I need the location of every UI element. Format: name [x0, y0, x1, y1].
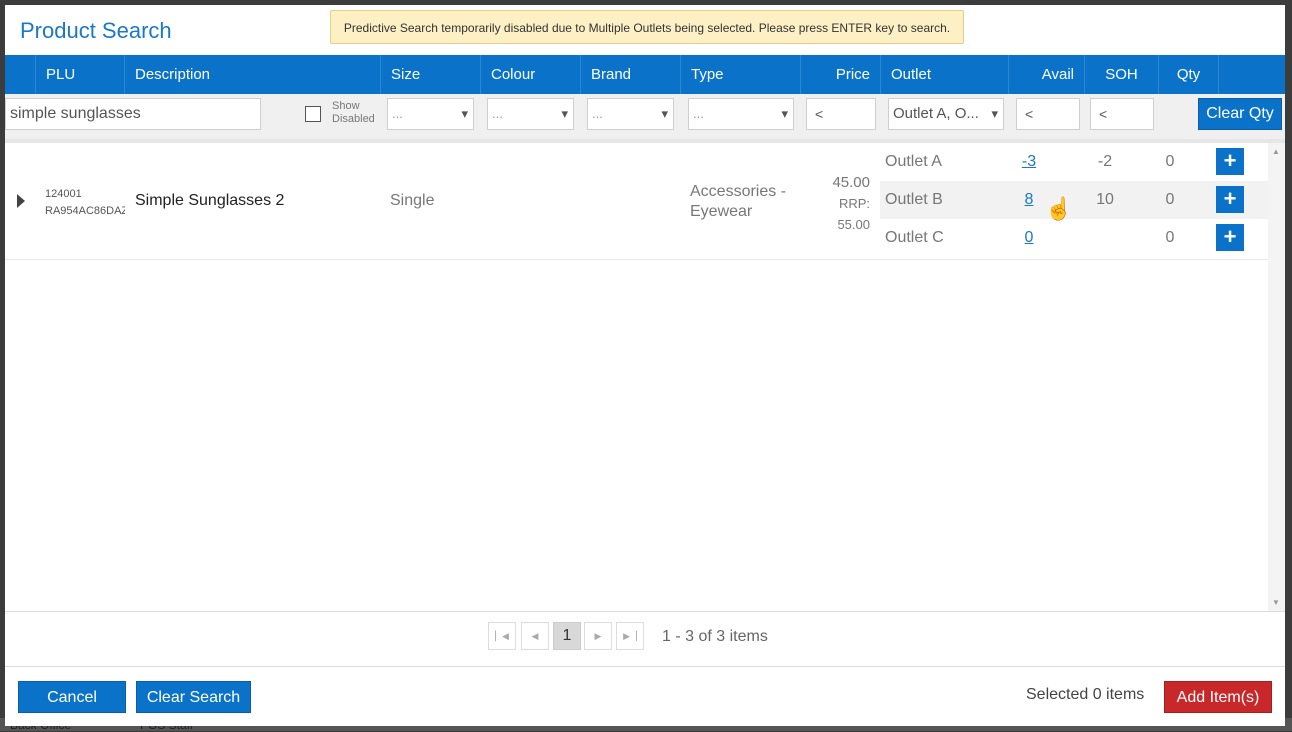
brand-filter-select[interactable]: ...	[587, 98, 674, 130]
product-plu-code: 124001	[45, 188, 82, 200]
pager-info: 1 - 3 of 3 items	[662, 628, 768, 645]
outlet-row-b: Outlet B 8 10 0 +	[880, 181, 1268, 219]
product-type: Accessories - Eyewear	[690, 182, 786, 222]
product-search-dialog: Product Search Predictive Search tempora…	[5, 5, 1285, 726]
clear-search-button[interactable]: Clear Search	[136, 681, 251, 713]
column-header-qty[interactable]: Qty	[1158, 55, 1218, 94]
soh-filter-input[interactable]: <	[1090, 98, 1154, 130]
row-divider	[5, 259, 1268, 260]
avail-link[interactable]: 0	[1010, 229, 1048, 247]
clear-qty-button[interactable]: Clear Qty	[1198, 98, 1282, 130]
column-header-colour[interactable]: Colour	[480, 55, 580, 94]
column-header-plu[interactable]: PLU	[35, 55, 124, 94]
avail-link[interactable]: 8	[1010, 191, 1048, 209]
pager: ▏◀ ◀ 1 ▶ ▶▕ 1 - 3 of 3 items	[5, 611, 1285, 666]
column-header-description[interactable]: Description	[124, 55, 380, 94]
colour-filter-select[interactable]: ...	[487, 98, 574, 130]
results-grid: 124001 RA954AC86DAZ Simple Sunglasses 2 …	[5, 139, 1285, 611]
show-disabled-label: Show Disabled	[332, 100, 375, 126]
outlet-name: Outlet C	[885, 229, 944, 246]
column-header-price[interactable]: Price	[800, 55, 880, 94]
hand-cursor-icon: ☝	[1045, 196, 1073, 221]
add-qty-button[interactable]: +	[1216, 186, 1244, 213]
column-header-actions	[1218, 55, 1285, 94]
selected-count: Selected 0 items	[1026, 686, 1145, 703]
product-rrp-label: RRP:	[838, 196, 870, 211]
column-header-size[interactable]: Size	[380, 55, 480, 94]
column-header-soh[interactable]: SOH	[1084, 55, 1158, 94]
dialog-footer: Cancel Clear Search Selected 0 items Add…	[5, 666, 1285, 726]
prev-page-icon[interactable]: ◀	[521, 622, 549, 650]
add-qty-button[interactable]: +	[1216, 148, 1244, 175]
soh-value: 10	[1096, 191, 1114, 208]
outlet-filter-select[interactable]: Outlet A, O...	[888, 98, 1004, 130]
grid-scrollbar[interactable]: ▲ ▼	[1268, 143, 1285, 611]
show-disabled-checkbox[interactable]	[305, 106, 321, 122]
grid-header: PLU Description Size Colour Brand Type P…	[5, 55, 1285, 94]
column-header-outlet[interactable]: Outlet	[880, 55, 1008, 94]
avail-filter-input[interactable]: <	[1016, 98, 1080, 130]
scroll-up-icon[interactable]: ▲	[1272, 147, 1280, 156]
product-price-value: 45.00	[832, 174, 870, 191]
dialog-title: Product Search	[20, 18, 172, 43]
add-items-button[interactable]: Add Item(s)	[1164, 681, 1272, 713]
outlet-row-c: Outlet C 0 0 +	[880, 219, 1268, 257]
product-price: 45.00 RRP: 55.00	[805, 172, 870, 235]
column-header-type[interactable]: Type	[680, 55, 800, 94]
predictive-search-banner: Predictive Search temporarily disabled d…	[330, 10, 964, 44]
product-size: Single	[390, 192, 435, 209]
show-disabled-label-line2: Disabled	[332, 113, 375, 125]
product-type-line1: Accessories -	[690, 183, 787, 200]
cancel-button[interactable]: Cancel	[18, 681, 126, 713]
product-description: Simple Sunglasses 2	[135, 192, 285, 209]
next-page-icon[interactable]: ▶	[584, 622, 612, 650]
product-rrp-value: 55.00	[837, 217, 870, 232]
product-type-line2: Eyewear	[690, 203, 753, 220]
column-header-avail[interactable]: Avail	[1008, 55, 1084, 94]
outlet-row-a: Outlet A -3 -2 0 +	[880, 143, 1268, 181]
qty-value: 0	[1165, 153, 1175, 170]
column-header-brand[interactable]: Brand	[580, 55, 680, 94]
add-qty-button[interactable]: +	[1216, 224, 1244, 251]
avail-link[interactable]: -3	[1010, 153, 1048, 171]
scroll-down-icon[interactable]: ▼	[1272, 598, 1280, 607]
outlet-name: Outlet B	[885, 191, 943, 208]
size-filter-select[interactable]: ...	[387, 98, 474, 130]
product-barcode: RA954AC86DAZ	[45, 205, 125, 217]
qty-value: 0	[1165, 229, 1175, 246]
outlet-name: Outlet A	[885, 153, 942, 170]
product-plu: 124001 RA954AC86DAZ	[45, 186, 125, 220]
soh-value: -2	[1097, 153, 1113, 170]
search-input[interactable]: simple sunglasses	[5, 98, 261, 130]
first-page-icon[interactable]: ▏◀	[488, 622, 516, 650]
current-page-button[interactable]: 1	[553, 622, 581, 650]
filter-row: simple sunglasses Show Disabled ... ... …	[5, 94, 1285, 139]
last-page-icon[interactable]: ▶▕	[616, 622, 644, 650]
qty-value: 0	[1165, 191, 1175, 208]
expand-row-icon[interactable]	[17, 194, 25, 208]
show-disabled-label-line1: Show	[332, 100, 360, 112]
type-filter-select[interactable]: ...	[688, 98, 794, 130]
price-filter-input[interactable]: <	[806, 98, 876, 130]
table-row: 124001 RA954AC86DAZ Simple Sunglasses 2 …	[5, 143, 1268, 259]
